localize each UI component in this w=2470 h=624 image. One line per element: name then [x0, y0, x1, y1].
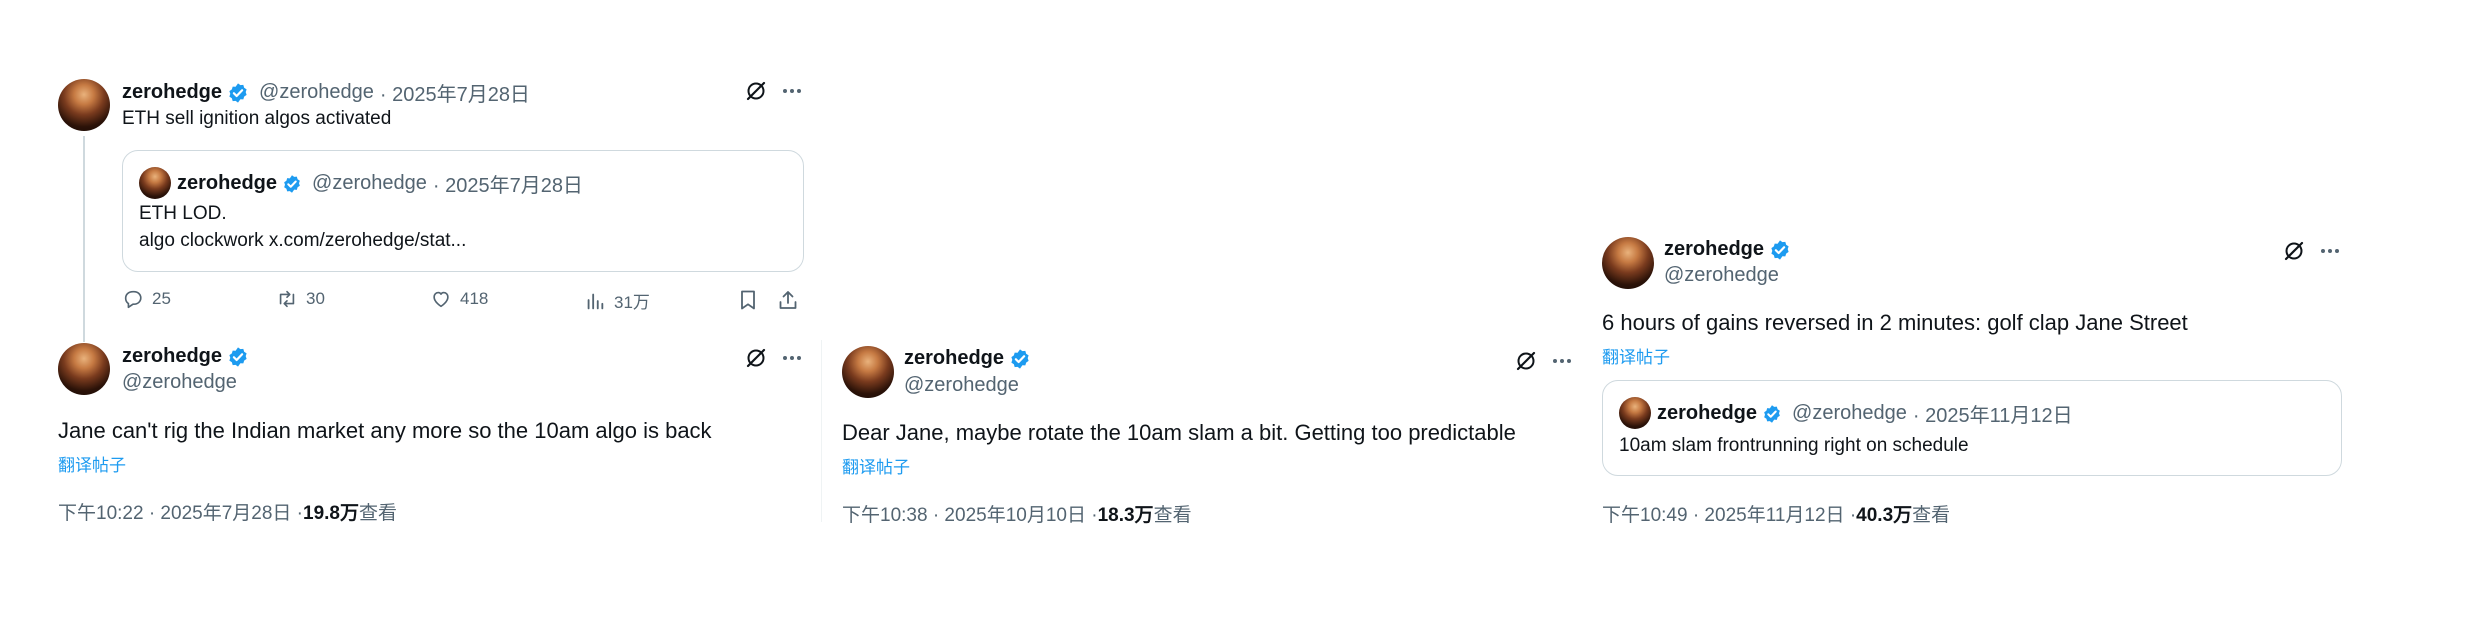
- views-label: 查看: [1153, 505, 1192, 526]
- views-count: 31万: [614, 293, 650, 312]
- quote-text: 10am slam frontrunning right on schedule: [1619, 435, 1969, 456]
- author-handle[interactable]: @zerohedge: [904, 374, 1019, 397]
- translate-link[interactable]: 翻译帖子: [58, 451, 126, 476]
- avatar[interactable]: [1602, 237, 1654, 289]
- quote-text-line-2: algo clockwork x.com/zerohedge/stat...: [139, 230, 467, 251]
- tweet-text: 6 hours of gains reversed in 2 minutes: …: [1602, 310, 2188, 335]
- author-name[interactable]: zerohedge: [904, 347, 1004, 370]
- share-icon[interactable]: [776, 288, 800, 312]
- author-handle[interactable]: @zerohedge: [1664, 264, 1779, 287]
- author-name[interactable]: zerohedge: [122, 345, 222, 368]
- column-divider: [821, 340, 822, 522]
- view-count: 19.8万: [303, 503, 359, 524]
- more-icon[interactable]: [780, 346, 804, 370]
- author-name[interactable]: zerohedge: [122, 81, 222, 104]
- quote-author-name: zerohedge: [177, 172, 278, 194]
- views-icon: [587, 293, 604, 309]
- quote-avatar: [139, 167, 171, 199]
- quote-author-handle: @zerohedge: [312, 172, 427, 194]
- tweet-text: Jane can't rig the Indian market any mor…: [58, 418, 712, 443]
- timestamp[interactable]: 下午10:38 · 2025年10月10日 ·: [842, 500, 1098, 527]
- avatar[interactable]: [58, 343, 110, 395]
- like-icon: [433, 291, 449, 308]
- quote-author-name: zerohedge: [1657, 402, 1758, 424]
- verified-badge-icon: [1764, 404, 1780, 423]
- grok-icon[interactable]: [2282, 239, 2306, 263]
- more-icon[interactable]: [2318, 239, 2342, 263]
- quoted-tweet[interactable]: zerohedge @zerohedge · 2025年11月12日 10am …: [1602, 380, 2342, 476]
- quote-avatar: [1619, 397, 1651, 429]
- tweet-date[interactable]: · 2025年7月28日: [380, 78, 530, 107]
- quote-date: · 2025年7月28日: [432, 175, 583, 197]
- verified-badge-icon: [284, 174, 300, 193]
- verified-badge-icon: [229, 346, 247, 367]
- like-count: 418: [460, 289, 489, 308]
- tweet-text: ETH sell ignition algos activated: [122, 108, 392, 129]
- tweet-meta: 下午10:49 · 2025年11月12日 · 40.3万 查看: [1602, 500, 1950, 527]
- tweet-meta: 下午10:38 · 2025年10月10日 · 18.3万 查看: [842, 500, 1192, 527]
- views-button[interactable]: 31万: [584, 288, 650, 313]
- reply-count: 25: [152, 289, 171, 308]
- reply-icon: [124, 290, 142, 309]
- bookmark-icon[interactable]: [736, 288, 760, 312]
- author-handle[interactable]: @zerohedge: [259, 81, 374, 104]
- verified-badge-icon: [229, 82, 247, 103]
- grok-icon[interactable]: [744, 79, 768, 103]
- quote-date: · 2025年11月12日: [1912, 405, 2073, 427]
- views-label: 查看: [359, 503, 398, 524]
- author-name[interactable]: zerohedge: [1664, 238, 1764, 261]
- grok-icon[interactable]: [1514, 349, 1538, 373]
- tweet-text: Dear Jane, maybe rotate the 10am slam a …: [842, 420, 1516, 445]
- verified-badge-icon: [1771, 239, 1789, 260]
- verified-badge-icon: [1011, 348, 1029, 369]
- views-label: 查看: [1912, 505, 1951, 526]
- timestamp[interactable]: 下午10:49 · 2025年11月12日 ·: [1602, 500, 1856, 527]
- grok-icon[interactable]: [744, 346, 768, 370]
- quoted-tweet[interactable]: zerohedge @zerohedge · 2025年7月28日 ETH LO…: [122, 150, 804, 272]
- quote-text-line-1: ETH LOD.: [139, 203, 227, 224]
- avatar[interactable]: [842, 346, 894, 398]
- author-handle[interactable]: @zerohedge: [122, 371, 237, 394]
- retweet-button[interactable]: 30: [276, 288, 325, 310]
- translate-link[interactable]: 翻译帖子: [1602, 343, 1670, 368]
- more-icon[interactable]: [1550, 349, 1574, 373]
- thread-line: [83, 136, 85, 342]
- retweet-icon: [279, 290, 295, 308]
- avatar[interactable]: [58, 79, 110, 131]
- tweet-meta: 下午10:22 · 2025年7月28日 · 19.8万 查看: [58, 498, 397, 525]
- translate-link[interactable]: 翻译帖子: [842, 453, 910, 478]
- view-count: 40.3万: [1856, 505, 1913, 526]
- timestamp[interactable]: 下午10:22 · 2025年7月28日 ·: [58, 498, 303, 525]
- more-icon[interactable]: [780, 79, 804, 103]
- quote-author-handle: @zerohedge: [1792, 402, 1907, 424]
- view-count: 18.3万: [1097, 505, 1154, 526]
- retweet-count: 30: [306, 289, 325, 308]
- reply-button[interactable]: 25: [122, 288, 171, 310]
- like-button[interactable]: 418: [430, 288, 488, 310]
